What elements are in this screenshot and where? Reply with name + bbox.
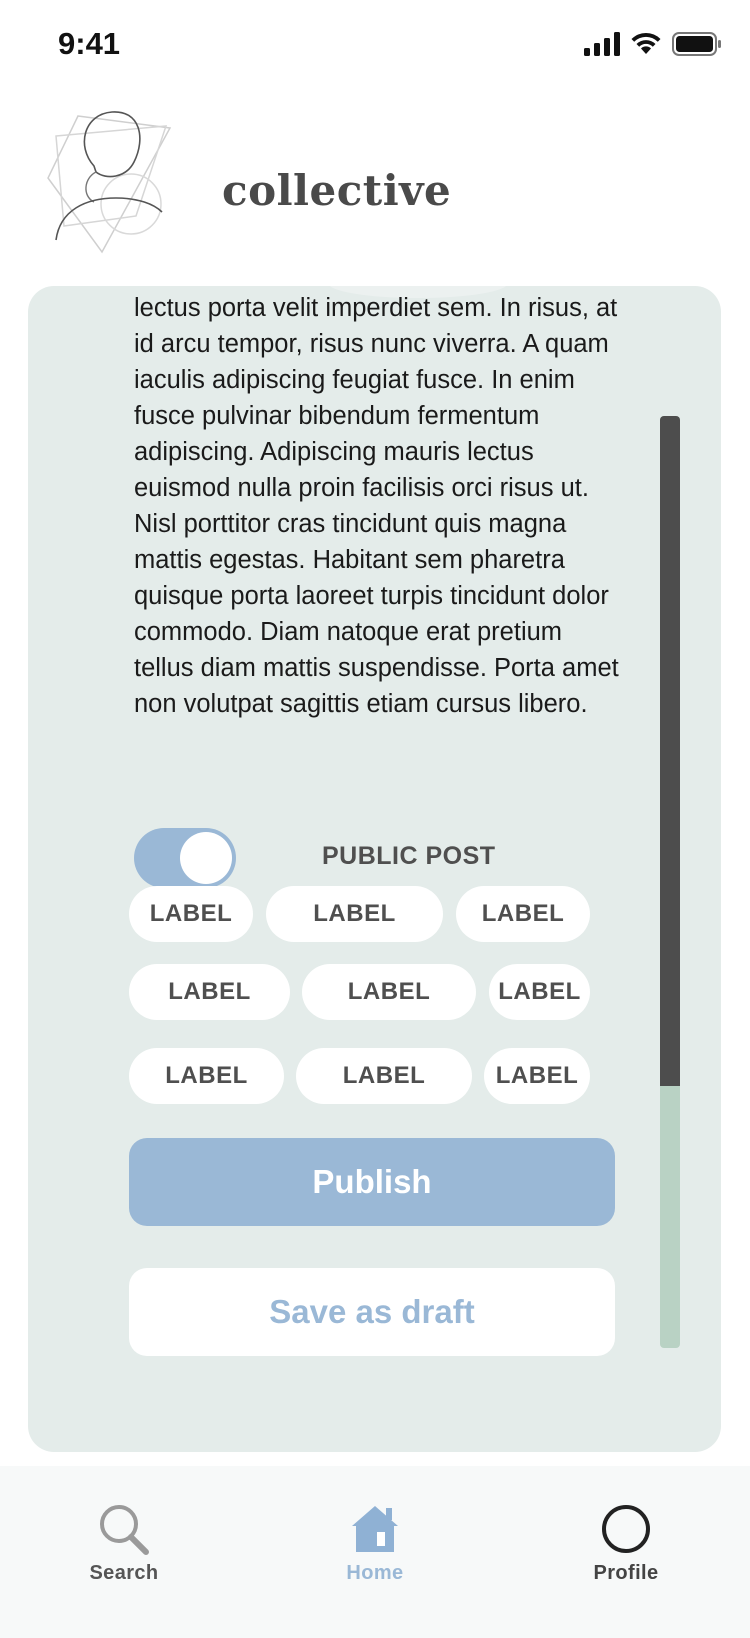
post-editor-card: lectus porta velit imperdiet sem. In ris…: [28, 286, 721, 1452]
tab-search[interactable]: Search: [54, 1502, 194, 1602]
scrollbar[interactable]: [660, 416, 680, 1348]
scrollbar-thumb[interactable]: [660, 416, 680, 1086]
toggle-knob: [180, 832, 232, 884]
signal-icon: [584, 32, 620, 56]
publish-button[interactable]: Publish: [129, 1138, 615, 1226]
search-icon: [100, 1505, 149, 1555]
label-chip[interactable]: LABEL: [129, 886, 253, 942]
tab-search-label: Search: [89, 1562, 159, 1584]
label-chip[interactable]: LABEL: [489, 964, 590, 1020]
tab-home[interactable]: Home: [305, 1502, 445, 1602]
battery-icon: [672, 32, 721, 56]
profile-icon: [602, 1505, 650, 1553]
label-chip[interactable]: LABEL: [302, 964, 476, 1020]
public-post-label: PUBLIC POST: [322, 842, 496, 870]
bottom-tab-bar: Search Home Profile: [0, 1466, 750, 1638]
tab-profile[interactable]: Profile: [556, 1502, 696, 1602]
status-bar: 9:41: [0, 0, 750, 90]
tab-home-label: Home: [346, 1562, 404, 1584]
label-chip[interactable]: LABEL: [484, 1048, 590, 1104]
post-body-text[interactable]: lectus porta velit imperdiet sem. In ris…: [134, 290, 624, 722]
label-chip[interactable]: LABEL: [129, 964, 290, 1020]
save-draft-button[interactable]: Save as draft: [129, 1268, 615, 1356]
label-chip[interactable]: LABEL: [129, 1048, 284, 1104]
public-post-toggle[interactable]: [134, 828, 236, 888]
sketch-portrait-logo: [47, 111, 172, 254]
home-icon: [352, 1506, 398, 1552]
tab-profile-label: Profile: [593, 1562, 659, 1584]
label-chip[interactable]: LABEL: [296, 1048, 472, 1104]
brand-title: collective: [222, 166, 452, 215]
status-icons: [584, 32, 722, 56]
label-chip[interactable]: LABEL: [266, 886, 443, 942]
wifi-icon: [631, 32, 661, 54]
app-header: collective: [0, 100, 750, 260]
label-chip[interactable]: LABEL: [456, 886, 590, 942]
status-time: 9:41: [58, 26, 121, 61]
